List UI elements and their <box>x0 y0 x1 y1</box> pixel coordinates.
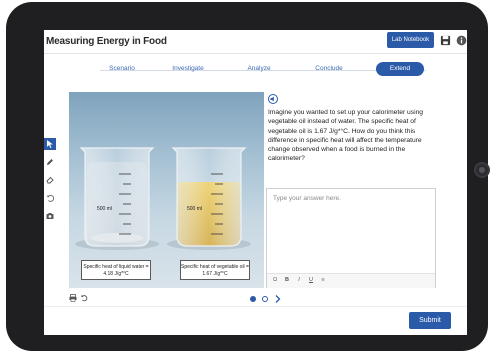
answer-box: Ω B I U ≡ <box>266 188 436 288</box>
pointer-icon[interactable] <box>44 138 56 150</box>
water-caption: Specific heat of liquid water = 4.18 J/g… <box>81 260 151 280</box>
answer-input[interactable] <box>267 189 435 273</box>
bold-button[interactable]: B <box>283 277 291 283</box>
tab-extend[interactable]: Extend <box>376 62 424 76</box>
question-panel: Imagine you wanted to set up your calori… <box>266 92 436 288</box>
oil-caption: Specific heat of vegetable oil = 1.67 J/… <box>180 260 250 280</box>
reset-icon[interactable] <box>80 294 88 302</box>
oil-beaker: 500 ml <box>171 147 247 247</box>
eraser-icon[interactable] <box>44 174 56 186</box>
undo-icon[interactable] <box>44 192 56 204</box>
page-dot-2[interactable] <box>262 296 268 302</box>
step-tabs: Scenario Investigate Analyze Conclude Ex… <box>44 62 467 76</box>
submit-button[interactable]: Submit <box>409 312 451 329</box>
tab-conclude[interactable]: Conclude <box>307 62 351 76</box>
beakers-image: 500 ml 500 ml <box>69 92 264 288</box>
home-button[interactable] <box>474 162 490 178</box>
italic-button[interactable]: I <box>295 277 303 283</box>
tab-scenario[interactable]: Scenario <box>100 62 144 76</box>
water-beaker: 500 ml <box>79 147 155 247</box>
lab-notebook-button[interactable]: Lab Notebook <box>387 32 434 48</box>
beakers-illustration: 500 ml 500 ml <box>75 147 251 250</box>
camera-icon[interactable] <box>44 210 56 222</box>
app-screen: Measuring Energy in Food Lab Notebook Sc… <box>44 30 467 335</box>
tablet-frame: Measuring Energy in Food Lab Notebook Sc… <box>6 2 490 351</box>
top-bar: Measuring Energy in Food Lab Notebook <box>44 30 467 54</box>
special-char-button[interactable]: Ω <box>271 277 279 283</box>
tab-investigate[interactable]: Investigate <box>166 62 210 76</box>
question-prompt: Imagine you wanted to set up your calori… <box>268 109 424 163</box>
save-icon[interactable] <box>440 35 451 46</box>
next-page-icon[interactable] <box>275 295 281 303</box>
footer-divider <box>44 306 467 307</box>
oil-volume-label: 500 ml <box>187 206 202 212</box>
info-icon[interactable] <box>456 35 467 46</box>
page-indicator <box>250 294 290 304</box>
underline-button[interactable]: U <box>307 277 315 283</box>
tab-analyze[interactable]: Analyze <box>237 62 281 76</box>
print-icon[interactable] <box>69 294 77 302</box>
speaker-icon[interactable] <box>268 94 278 104</box>
list-button[interactable]: ≡ <box>319 277 327 283</box>
page-dot-1[interactable] <box>250 296 256 302</box>
app-title: Measuring Energy in Food <box>46 36 167 47</box>
water-volume-label: 500 ml <box>97 206 112 212</box>
pencil-icon[interactable] <box>44 156 56 168</box>
formatting-toolbar: Ω B I U ≡ <box>267 273 435 288</box>
drawing-toolbar <box>44 138 56 248</box>
